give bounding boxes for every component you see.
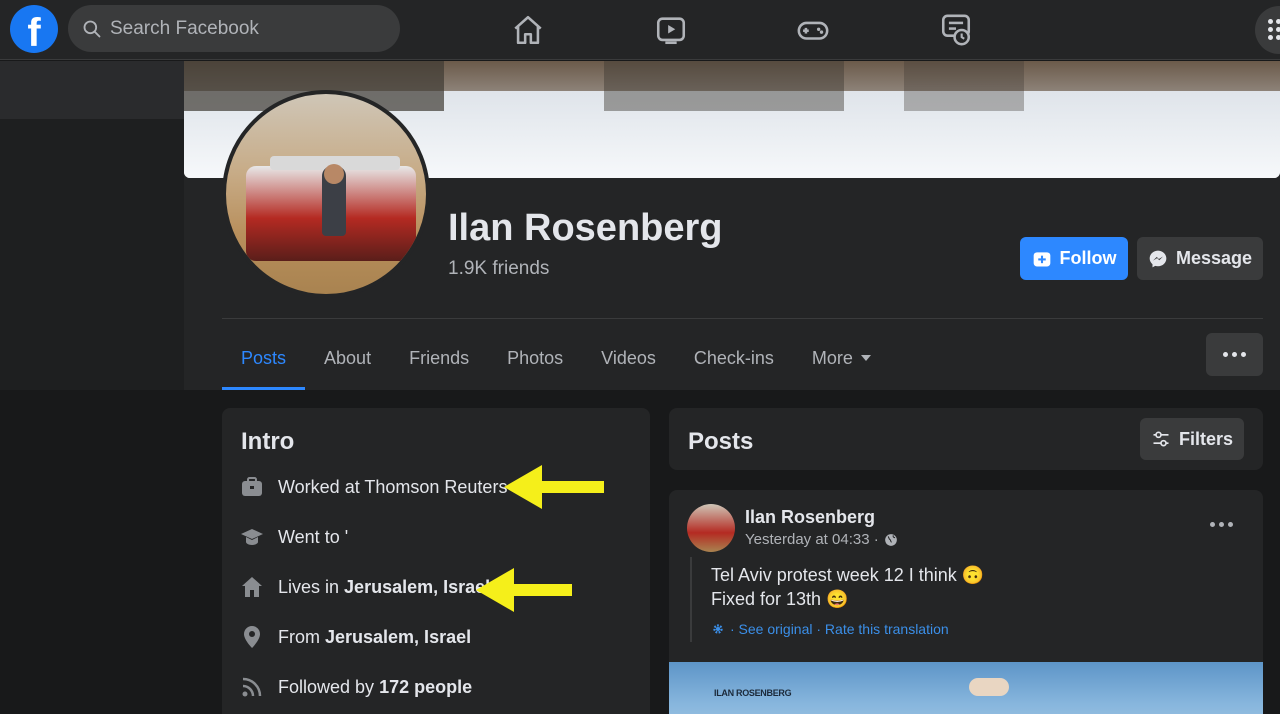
filters-label: Filters <box>1178 428 1234 449</box>
follow-icon <box>1033 251 1050 266</box>
intro-lives-place[interactable]: Jerusalem, Israel <box>344 577 490 597</box>
intro-education: Went to ' <box>240 522 348 552</box>
tab-about[interactable]: About <box>305 328 390 388</box>
post-text-line-2: Fixed for 13th 😄 <box>711 589 849 609</box>
tab-more[interactable]: More <box>793 328 890 388</box>
memories-icon[interactable] <box>936 10 976 50</box>
messenger-icon <box>1149 250 1167 267</box>
friends-count[interactable]: 1.9K friends <box>448 258 549 280</box>
facebook-logo-icon[interactable]: f <box>10 5 58 53</box>
intro-followed-count[interactable]: 172 people <box>379 677 472 697</box>
globe-icon <box>884 533 897 546</box>
intro-education-text: Went to ' <box>278 526 349 547</box>
translation-bar <box>690 557 692 642</box>
graduation-cap-icon <box>241 529 263 545</box>
intro-from-prefix: From <box>278 626 325 647</box>
posts-header-card: Posts Filters <box>669 408 1263 470</box>
search-bar[interactable] <box>68 5 400 52</box>
post-options-button[interactable] <box>1210 522 1233 527</box>
intro-work: Worked at Thomson Reuters <box>240 472 507 502</box>
annotation-arrow-work <box>504 465 604 509</box>
intro-from: From Jerusalem, Israel <box>240 622 471 652</box>
annotation-arrow-lives <box>476 568 572 612</box>
intro-card: Intro Worked at Thomson Reuters Went to … <box>222 408 650 714</box>
follow-label: Follow <box>1059 248 1117 268</box>
home-icon[interactable] <box>508 10 548 50</box>
posts-title: Posts <box>688 428 754 455</box>
left-gutter-top <box>0 61 184 119</box>
follow-button[interactable]: Follow <box>1020 237 1128 280</box>
translation-links[interactable]: · See original · Rate this translation <box>711 621 949 637</box>
search-icon <box>83 20 101 37</box>
intro-followers: Followed by 172 people <box>240 672 472 702</box>
intro-title: Intro <box>241 428 295 455</box>
message-label: Message <box>1175 248 1253 268</box>
tab-videos[interactable]: Videos <box>582 328 675 388</box>
post-time-text[interactable]: Yesterday at 04:33 · <box>745 531 879 548</box>
tab-photos[interactable]: Photos <box>488 328 582 388</box>
post-card: Ilan Rosenberg Yesterday at 04:33 · Tel … <box>669 490 1263 714</box>
intro-lives: Lives in Jerusalem, Israel <box>240 572 490 602</box>
location-pin-icon <box>244 626 260 648</box>
more-options-button[interactable] <box>1206 333 1263 376</box>
gaming-icon[interactable] <box>793 10 833 50</box>
top-nav-bar: f <box>0 0 1280 60</box>
watch-icon[interactable] <box>651 10 691 50</box>
profile-name: Ilan Rosenberg <box>448 207 723 249</box>
tab-friends[interactable]: Friends <box>390 328 488 388</box>
tab-check-ins[interactable]: Check-ins <box>675 328 793 388</box>
profile-picture[interactable] <box>222 90 430 298</box>
menu-grid-icon[interactable] <box>1255 6 1280 54</box>
chevron-down-icon <box>860 355 871 361</box>
tab-posts[interactable]: Posts <box>222 328 306 390</box>
settings-gear-icon <box>713 624 723 634</box>
search-input[interactable] <box>110 17 370 40</box>
briefcase-icon <box>242 477 262 496</box>
header-divider <box>222 318 1263 319</box>
photo-watermark: ILAN ROSENBERG <box>714 688 792 698</box>
post-text-line-1: Tel Aviv protest week 12 I think 🙃 <box>711 565 985 585</box>
profile-tabs: Posts About Friends Photos Videos Check-… <box>222 328 890 390</box>
rss-feed-icon <box>242 677 262 697</box>
filters-icon <box>1153 431 1169 447</box>
intro-from-place[interactable]: Jerusalem, Israel <box>325 627 471 647</box>
message-button[interactable]: Message <box>1137 237 1263 280</box>
post-author-name[interactable]: Ilan Rosenberg <box>745 507 875 528</box>
translation-text[interactable]: · See original · Rate this translation <box>730 621 949 637</box>
post-timestamp: Yesterday at 04:33 · <box>745 531 898 548</box>
intro-lives-prefix: Lives in <box>278 576 345 597</box>
intro-followed-prefix: Followed by <box>278 676 380 697</box>
filters-button[interactable]: Filters <box>1140 418 1244 460</box>
intro-work-text: Worked at Thomson Reuters <box>278 476 508 497</box>
home-icon <box>242 577 262 597</box>
post-author-avatar[interactable] <box>687 504 735 552</box>
post-photo[interactable]: ILAN ROSENBERG <box>669 662 1263 714</box>
